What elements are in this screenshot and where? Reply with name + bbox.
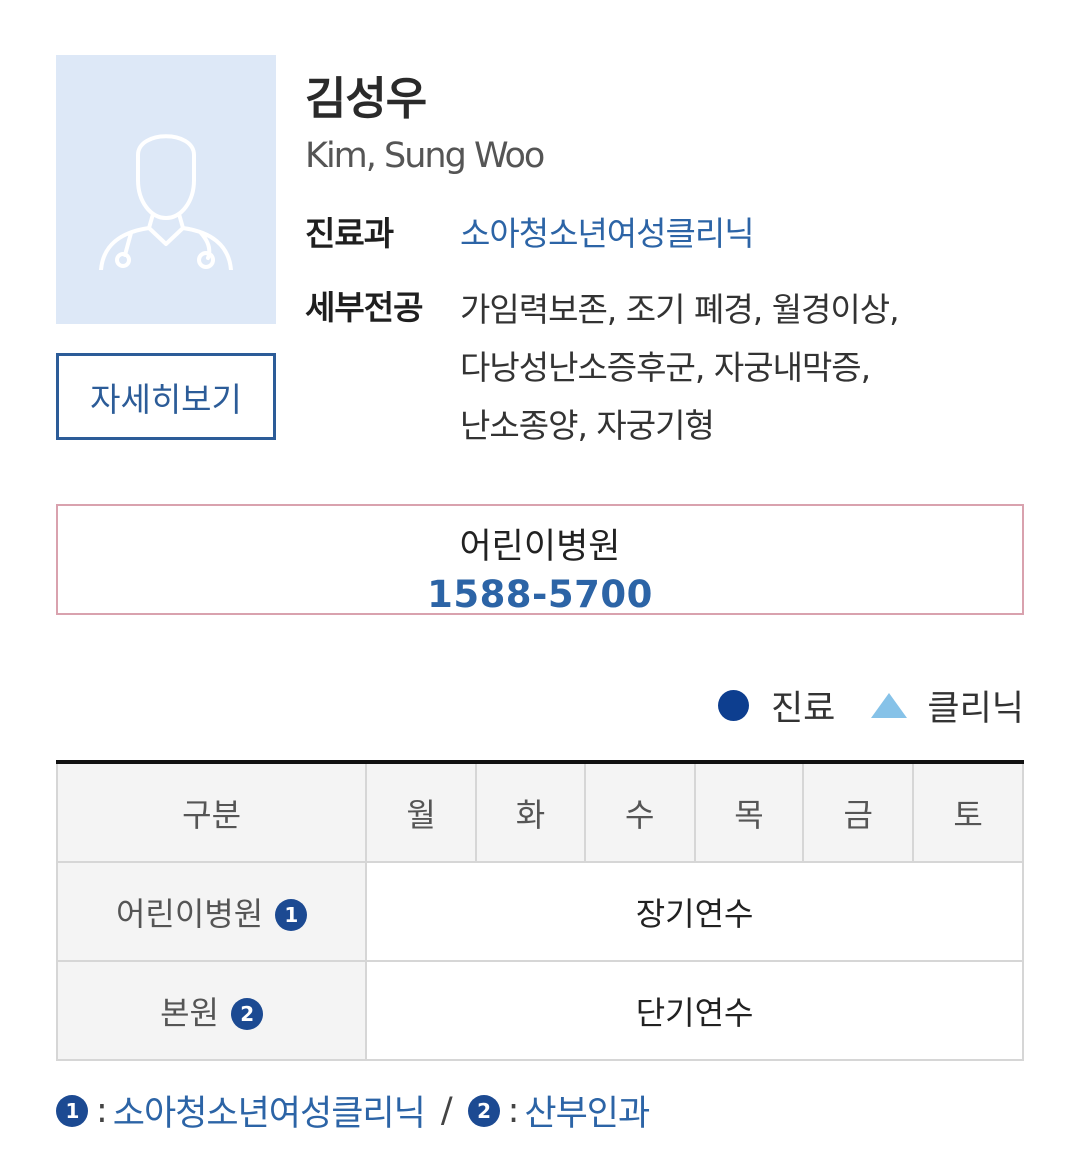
header-day-wed: 수 <box>583 762 696 863</box>
footnote-colon: : <box>96 1090 108 1131</box>
specialty-line: 가임력보존, 조기 폐경, 월경이상, <box>460 290 900 329</box>
doctor-name-korean: 김성우 <box>305 72 427 125</box>
table-row: 어린이병원 1 장기연수 <box>55 861 1024 962</box>
header-day-thu: 목 <box>693 762 805 863</box>
doctor-photo <box>56 55 276 324</box>
row-label-text: 어린이병원 <box>115 894 264 933</box>
header-day-sat: 토 <box>912 762 1024 863</box>
footnote-text: 산부인과 <box>524 1094 650 1134</box>
specialty-label: 세부전공 <box>305 288 423 327</box>
footnote-colon: : <box>507 1090 520 1131</box>
specialty-line: 난소종양, 자궁기형 <box>460 406 715 445</box>
row-label-children-hospital: 어린이병원 1 <box>55 861 368 962</box>
header-category: 구분 <box>55 762 368 863</box>
specialty-line: 다낭성난소증후군, 자궁내막증, <box>460 348 871 387</box>
contact-hospital-name: 어린이병원 <box>459 527 621 567</box>
header-day-fri: 금 <box>802 762 915 863</box>
table-row: 본원 2 단기연수 <box>55 960 1024 1061</box>
doctor-name-english: Kim, Sung Woo <box>305 136 545 176</box>
contact-phone-number[interactable]: 1588-5700 <box>58 573 1022 616</box>
schedule-header-row: 구분 월 화 수 목 금 토 <box>55 762 1024 863</box>
schedule-footnote: 1 : 소아청소년여성클리닉 / 2 : 산부인과 <box>56 1085 650 1136</box>
row-label-text: 본원 <box>160 993 219 1032</box>
contact-box: 어린이병원 1588-5700 <box>56 504 1024 616</box>
number-badge-icon: 1 <box>275 898 308 931</box>
legend-treatment-label: 진료 <box>770 689 836 729</box>
row-label-main-hospital: 본원 2 <box>55 960 368 1061</box>
department-value[interactable]: 소아청소년여성클리닉 <box>460 207 755 255</box>
footnote-text: 소아청소년여성클리닉 <box>112 1094 426 1134</box>
schedule-status: 장기연수 <box>365 861 1024 962</box>
treatment-dot-icon <box>717 690 749 721</box>
specialty-value: 가임력보존, 조기 폐경, 월경이상, 다낭성난소증후군, 자궁내막증, 난소종… <box>460 281 1020 455</box>
schedule-status: 단기연수 <box>365 960 1024 1061</box>
detail-view-button[interactable]: 자세히보기 <box>56 353 276 440</box>
header-day-mon: 월 <box>365 762 478 863</box>
legend-clinic-label: 클리닉 <box>927 689 1024 729</box>
schedule-legend: 진료 클리닉 <box>717 680 1024 731</box>
footnote-separator: / <box>440 1090 453 1131</box>
department-label: 진료과 <box>305 214 394 253</box>
header-day-tue: 화 <box>475 762 586 863</box>
clinic-triangle-icon <box>871 693 908 718</box>
number-badge-icon: 1 <box>56 1094 88 1127</box>
number-badge-icon: 2 <box>467 1094 500 1127</box>
schedule-table: 구분 월 화 수 목 금 토 어린이병원 1 장기연수 본원 2 단기연수 <box>55 760 1024 1061</box>
number-badge-icon: 2 <box>231 997 264 1030</box>
doctor-silhouette-icon <box>99 133 233 270</box>
